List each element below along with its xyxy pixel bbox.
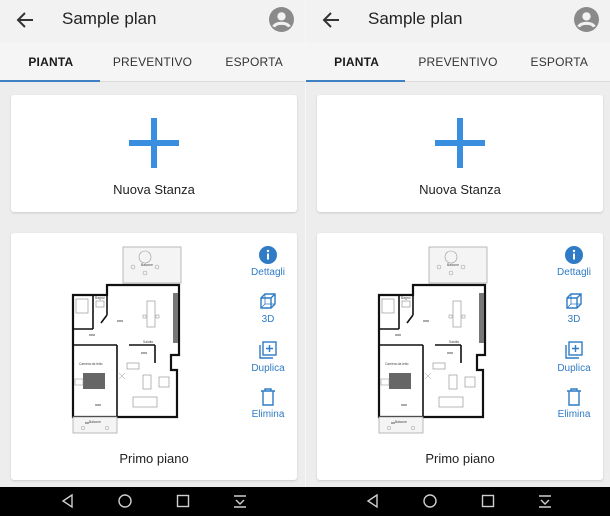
account-circle-icon[interactable] [269, 7, 294, 32]
plan-room-label: Bagno [95, 296, 105, 300]
delete-button[interactable]: Elimina [554, 388, 594, 420]
view-3d-label: 3D [261, 314, 275, 325]
view-3d-button[interactable]: 3D [554, 291, 594, 325]
delete-button[interactable]: Elimina [248, 388, 288, 420]
details-label: Dettagli [251, 267, 285, 278]
plan-room-label: Camera da letto [385, 362, 409, 366]
floor-plan-thumbnail[interactable]: Balcone Bagno Salotto Camera da letto Ba… [67, 245, 189, 435]
details-button[interactable]: Dettagli [554, 246, 594, 278]
tab-pianta[interactable]: PIANTA [0, 42, 102, 82]
plus-icon [129, 118, 179, 168]
app-bar: Sample plan [306, 0, 610, 42]
tab-preventivo[interactable]: PREVENTIVO [407, 42, 508, 81]
details-label: Dettagli [557, 267, 591, 278]
floor-plan-card[interactable]: Balcone Bagno Salotto Camera da letto Ba… [11, 233, 297, 480]
system-nav-bar [0, 487, 610, 516]
trash-icon [567, 388, 581, 406]
duplicate-icon [565, 341, 583, 359]
floor-plan-card[interactable]: Balcone Bagno Salotto Camera da letto Ba… [317, 233, 603, 480]
nav-home-icon[interactable] [422, 493, 438, 509]
tab-bar: PIANTA PREVENTIVO ESPORTA [0, 42, 305, 82]
back-arrow-icon[interactable] [319, 8, 345, 32]
nav-back-icon[interactable] [60, 493, 76, 509]
nav-back-icon[interactable] [365, 493, 381, 509]
new-room-card[interactable]: Nuova Stanza [317, 95, 603, 212]
tab-esporta[interactable]: ESPORTA [203, 42, 305, 81]
screen-right: Sample plan PIANTA PREVENTIVO ESPORTA Nu… [305, 0, 610, 487]
cube-3d-icon [566, 293, 582, 309]
duplicate-label: Duplica [251, 363, 285, 374]
screens-container: Sample plan PIANTA PREVENTIVO ESPORTA Nu… [0, 0, 610, 487]
plan-room-label: Balcone [395, 420, 407, 424]
delete-label: Elimina [557, 409, 591, 420]
tab-pianta[interactable]: PIANTA [306, 42, 407, 82]
nav-recents-icon[interactable] [175, 493, 191, 509]
app-bar: Sample plan [0, 0, 305, 42]
trash-icon [261, 388, 275, 406]
view-3d-button[interactable]: 3D [248, 291, 288, 325]
floor-plan-thumbnail[interactable]: Balcone Bagno Salotto Camera da letto Ba… [373, 245, 495, 435]
cube-3d-icon [260, 293, 276, 309]
duplicate-button[interactable]: Duplica [248, 340, 288, 374]
plan-room-label: Salotto [143, 340, 153, 344]
back-arrow-icon[interactable] [13, 8, 39, 32]
details-button[interactable]: Dettagli [248, 246, 288, 278]
plan-room-label: Salotto [449, 340, 459, 344]
page-title: Sample plan [62, 9, 157, 28]
tab-esporta[interactable]: ESPORTA [509, 42, 610, 81]
page-title: Sample plan [368, 9, 463, 28]
duplicate-icon [259, 341, 277, 359]
info-icon [565, 246, 583, 264]
nav-menu-icon[interactable] [537, 493, 553, 509]
new-room-card[interactable]: Nuova Stanza [11, 95, 297, 212]
plan-room-label: Balcone [141, 263, 153, 267]
plan-room-label: Camera da letto [79, 362, 103, 366]
nav-home-icon[interactable] [117, 493, 133, 509]
delete-label: Elimina [251, 409, 285, 420]
new-room-label: Nuova Stanza [419, 182, 501, 197]
plan-room-label: Balcone [89, 420, 101, 424]
duplicate-button[interactable]: Duplica [554, 340, 594, 374]
nav-recents-icon[interactable] [480, 493, 496, 509]
plan-room-label: Balcone [447, 263, 459, 267]
nav-menu-icon[interactable] [232, 493, 248, 509]
plus-icon [435, 118, 485, 168]
plan-room-label: Bagno [401, 296, 411, 300]
duplicate-label: Duplica [557, 363, 591, 374]
new-room-label: Nuova Stanza [113, 182, 195, 197]
screen-left: Sample plan PIANTA PREVENTIVO ESPORTA Nu… [0, 0, 305, 487]
plan-name: Primo piano [425, 451, 495, 466]
account-circle-icon[interactable] [574, 7, 599, 32]
view-3d-label: 3D [567, 314, 581, 325]
plan-name: Primo piano [119, 451, 189, 466]
tab-bar: PIANTA PREVENTIVO ESPORTA [306, 42, 610, 82]
info-icon [259, 246, 277, 264]
tab-preventivo[interactable]: PREVENTIVO [102, 42, 204, 81]
